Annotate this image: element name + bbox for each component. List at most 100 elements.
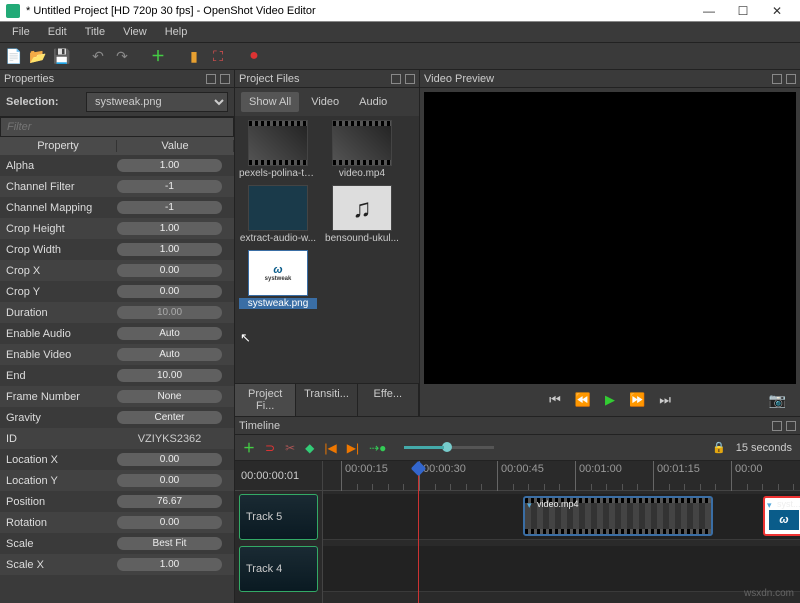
- menu-help[interactable]: Help: [157, 24, 196, 40]
- new-project-icon[interactable]: 📄: [6, 48, 22, 64]
- jump-start-icon[interactable]: ⏮: [549, 392, 561, 408]
- preview-screen[interactable]: [424, 92, 796, 384]
- property-row[interactable]: Rotation0.00: [0, 512, 234, 533]
- property-value[interactable]: VZIYKS2362: [138, 433, 202, 445]
- property-value[interactable]: Center: [117, 411, 222, 424]
- float-icon[interactable]: [206, 74, 216, 84]
- float-icon[interactable]: [772, 421, 782, 431]
- property-value[interactable]: 0.00: [117, 264, 222, 277]
- export-icon[interactable]: ●: [246, 48, 262, 64]
- property-value[interactable]: 1.00: [117, 222, 222, 235]
- property-value[interactable]: 1.00: [117, 243, 222, 256]
- track-label-5[interactable]: Track 5: [239, 494, 318, 540]
- zoom-slider[interactable]: [404, 446, 494, 449]
- filter-input[interactable]: [0, 117, 234, 137]
- lock-icon[interactable]: 🔒: [712, 441, 726, 454]
- property-row[interactable]: Position76.67: [0, 491, 234, 512]
- play-icon[interactable]: ▶: [605, 392, 615, 408]
- property-value[interactable]: 0.00: [117, 453, 222, 466]
- fast-forward-icon[interactable]: ⏩: [629, 392, 645, 408]
- file-thumb[interactable]: ωsystweaksystweak.png: [239, 250, 317, 309]
- property-row[interactable]: Location Y0.00: [0, 470, 234, 491]
- undo-icon[interactable]: ↶: [90, 48, 106, 64]
- snapshot-icon[interactable]: 📷: [769, 392, 786, 409]
- menu-view[interactable]: View: [115, 24, 155, 40]
- close-panel-icon[interactable]: [220, 74, 230, 84]
- tab-transitions[interactable]: Transiti...: [296, 384, 357, 416]
- save-project-icon[interactable]: 💾: [54, 48, 70, 64]
- property-value[interactable]: None: [117, 390, 222, 403]
- minimize-button[interactable]: —: [692, 1, 726, 21]
- razor-icon[interactable]: ✂: [285, 441, 295, 455]
- property-value[interactable]: 76.67: [117, 495, 222, 508]
- property-value[interactable]: 10.00: [117, 306, 222, 319]
- property-row[interactable]: ScaleBest Fit: [0, 533, 234, 554]
- property-row[interactable]: Channel Filter-1: [0, 176, 234, 197]
- property-value[interactable]: 0.00: [117, 474, 222, 487]
- property-row[interactable]: Crop Y0.00: [0, 281, 234, 302]
- maximize-button[interactable]: ☐: [726, 1, 760, 21]
- timeline-tracks[interactable]: 00:00:1500:00:3000:00:4500:01:0000:01:15…: [323, 461, 800, 603]
- property-row[interactable]: Scale X1.00: [0, 554, 234, 575]
- tab-effects[interactable]: Effe...: [358, 384, 419, 416]
- snap-icon[interactable]: ⊃: [265, 441, 275, 455]
- fullscreen-icon[interactable]: ⛶: [210, 48, 226, 64]
- property-value[interactable]: -1: [117, 201, 222, 214]
- open-project-icon[interactable]: 📂: [30, 48, 46, 64]
- property-value[interactable]: 1.00: [117, 558, 222, 571]
- property-row[interactable]: Frame NumberNone: [0, 386, 234, 407]
- next-marker-icon[interactable]: ▶|: [347, 441, 359, 455]
- close-button[interactable]: ✕: [760, 1, 794, 21]
- property-row[interactable]: Location X0.00: [0, 449, 234, 470]
- track-lane-5[interactable]: ▾video.mp4 ω▾syst...: [323, 494, 800, 540]
- property-row[interactable]: GravityCenter: [0, 407, 234, 428]
- tab-video[interactable]: Video: [303, 92, 347, 112]
- property-value[interactable]: Auto: [117, 327, 222, 340]
- timeline-clip[interactable]: ω▾syst...: [763, 496, 800, 536]
- add-track-icon[interactable]: ＋: [243, 439, 255, 456]
- center-playhead-icon[interactable]: ⇢●: [369, 441, 386, 455]
- property-row[interactable]: Channel Mapping-1: [0, 197, 234, 218]
- close-panel-icon[interactable]: [786, 421, 796, 431]
- tab-show-all[interactable]: Show All: [241, 92, 299, 112]
- menu-title[interactable]: Title: [77, 24, 113, 40]
- track-label-4[interactable]: Track 4: [239, 546, 318, 592]
- time-ruler[interactable]: 00:00:1500:00:3000:00:4500:01:0000:01:15…: [323, 461, 800, 491]
- menu-file[interactable]: File: [4, 24, 38, 40]
- menu-edit[interactable]: Edit: [40, 24, 75, 40]
- tab-audio[interactable]: Audio: [351, 92, 395, 112]
- file-thumb[interactable]: extract-audio-w...: [239, 185, 317, 244]
- file-thumb[interactable]: pexels-polina-ta...: [239, 120, 317, 179]
- prev-marker-icon[interactable]: |◀: [324, 441, 336, 455]
- property-row[interactable]: IDVZIYKS2362: [0, 428, 234, 449]
- file-thumb[interactable]: video.mp4: [323, 120, 401, 179]
- property-value[interactable]: -1: [117, 180, 222, 193]
- file-grid[interactable]: pexels-polina-ta...video.mp4extract-audi…: [235, 116, 419, 383]
- float-icon[interactable]: [772, 74, 782, 84]
- property-value[interactable]: Best Fit: [117, 537, 222, 550]
- selection-dropdown[interactable]: systweak.png: [86, 92, 228, 112]
- close-panel-icon[interactable]: [786, 74, 796, 84]
- property-row[interactable]: Enable VideoAuto: [0, 344, 234, 365]
- property-value[interactable]: 0.00: [117, 285, 222, 298]
- marker-icon[interactable]: ◆: [305, 441, 314, 455]
- property-row[interactable]: Crop X0.00: [0, 260, 234, 281]
- import-files-icon[interactable]: ＋: [150, 48, 166, 64]
- profile-icon[interactable]: ▮: [186, 48, 202, 64]
- jump-end-icon[interactable]: ⏭: [659, 392, 671, 408]
- property-value[interactable]: 10.00: [117, 369, 222, 382]
- property-value[interactable]: 0.00: [117, 516, 222, 529]
- property-row[interactable]: Crop Height1.00: [0, 218, 234, 239]
- property-row[interactable]: Enable AudioAuto: [0, 323, 234, 344]
- property-row[interactable]: Duration10.00: [0, 302, 234, 323]
- tab-project-files[interactable]: Project Fi...: [235, 384, 296, 416]
- file-thumb[interactable]: ♫bensound-ukul...: [323, 185, 401, 244]
- property-row[interactable]: Alpha1.00: [0, 155, 234, 176]
- property-value[interactable]: Auto: [117, 348, 222, 361]
- redo-icon[interactable]: ↷: [114, 48, 130, 64]
- property-row[interactable]: End10.00: [0, 365, 234, 386]
- property-row[interactable]: Crop Width1.00: [0, 239, 234, 260]
- timeline-clip[interactable]: ▾video.mp4: [523, 496, 713, 536]
- property-value[interactable]: 1.00: [117, 159, 222, 172]
- float-icon[interactable]: [391, 74, 401, 84]
